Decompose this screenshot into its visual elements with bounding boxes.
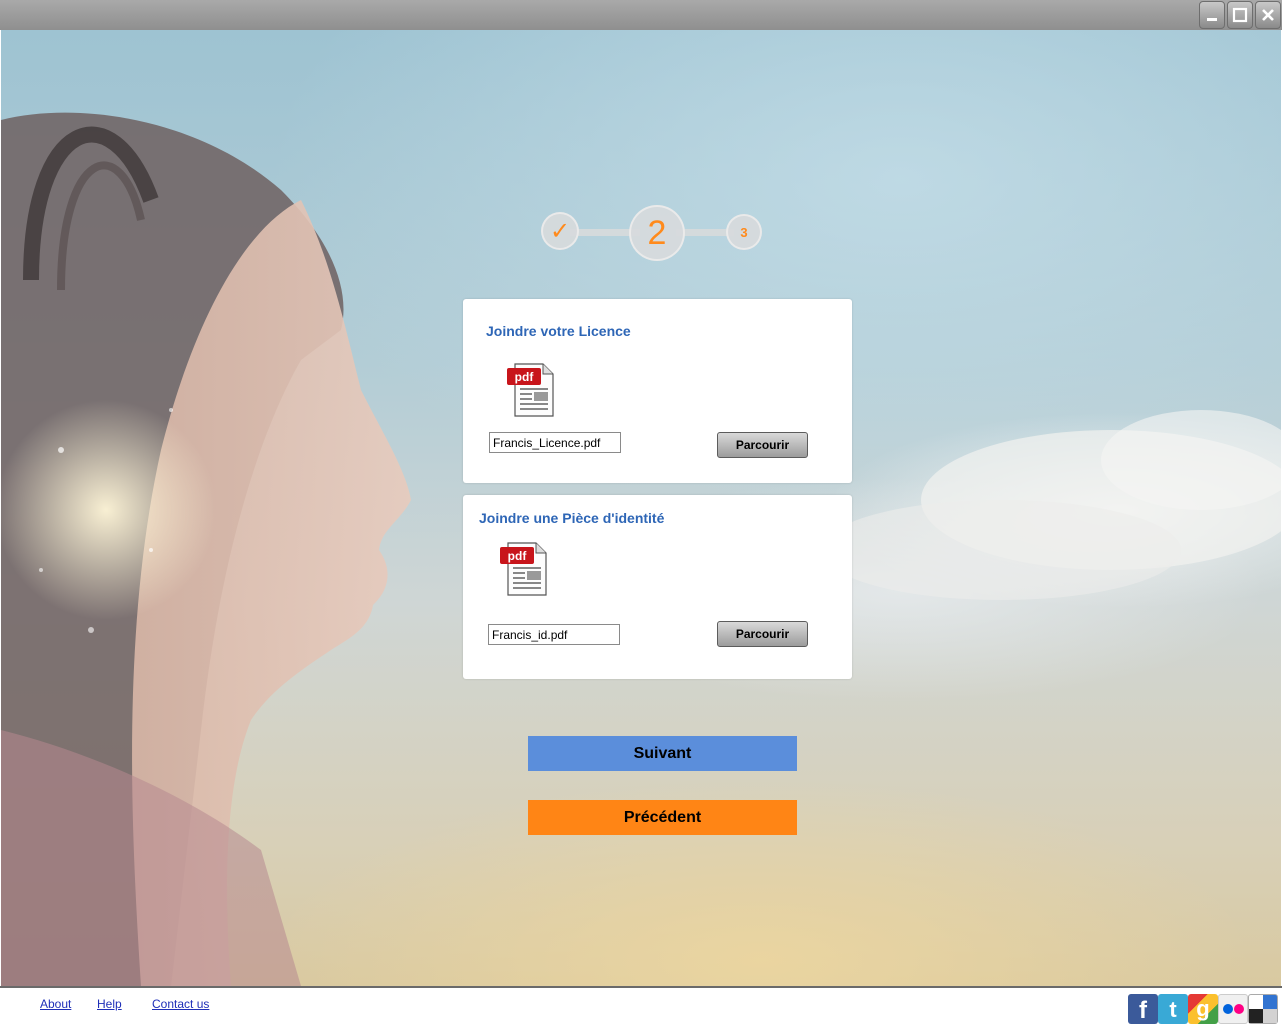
step-2-current: 2 xyxy=(629,205,685,261)
license-file-field[interactable] xyxy=(489,432,621,453)
footer-divider xyxy=(0,986,1282,988)
close-button[interactable] xyxy=(1255,1,1281,29)
about-link[interactable]: About xyxy=(40,997,71,1011)
help-link[interactable]: Help xyxy=(97,997,122,1011)
step-number: 2 xyxy=(647,213,667,252)
card-title: Joindre une Pièce d'identité xyxy=(479,510,665,526)
facebook-icon[interactable]: f xyxy=(1128,994,1158,1024)
license-browse-button[interactable]: Parcourir xyxy=(717,432,808,458)
id-browse-button[interactable]: Parcourir xyxy=(717,621,808,647)
card-title: Joindre votre Licence xyxy=(486,323,631,339)
pdf-icon: pdf xyxy=(507,363,554,417)
delicious-icon[interactable] xyxy=(1248,994,1278,1024)
svg-text:pdf: pdf xyxy=(515,370,535,384)
pdf-icon: pdf xyxy=(500,542,547,596)
maximize-icon xyxy=(1232,7,1248,23)
close-icon xyxy=(1262,9,1274,21)
delicious-squares xyxy=(1249,1009,1277,1023)
google-icon[interactable]: g xyxy=(1188,994,1218,1024)
window-controls xyxy=(1199,1,1281,29)
next-button[interactable]: Suivant xyxy=(528,736,797,771)
window-titlebar xyxy=(0,0,1282,30)
step-1-done: ✓ xyxy=(541,212,579,250)
license-upload-card: Joindre votre Licence pdf Parcourir xyxy=(463,299,852,483)
flickr-icon[interactable] xyxy=(1218,994,1248,1024)
flickr-dots xyxy=(1223,1004,1244,1014)
contact-us-link[interactable]: Contact us xyxy=(152,997,209,1011)
step-3-upcoming: 3 xyxy=(726,214,762,250)
twitter-icon[interactable]: t xyxy=(1158,994,1188,1024)
checkmark-icon: ✓ xyxy=(549,217,571,245)
minimize-icon xyxy=(1207,18,1217,21)
minimize-button[interactable] xyxy=(1199,1,1225,29)
id-upload-card: Joindre une Pièce d'identité pdf Parcour… xyxy=(463,495,852,679)
maximize-button[interactable] xyxy=(1227,1,1253,29)
previous-button[interactable]: Précédent xyxy=(528,800,797,835)
svg-text:pdf: pdf xyxy=(508,549,528,563)
id-file-field[interactable] xyxy=(488,624,620,645)
step-number: 3 xyxy=(740,224,748,240)
